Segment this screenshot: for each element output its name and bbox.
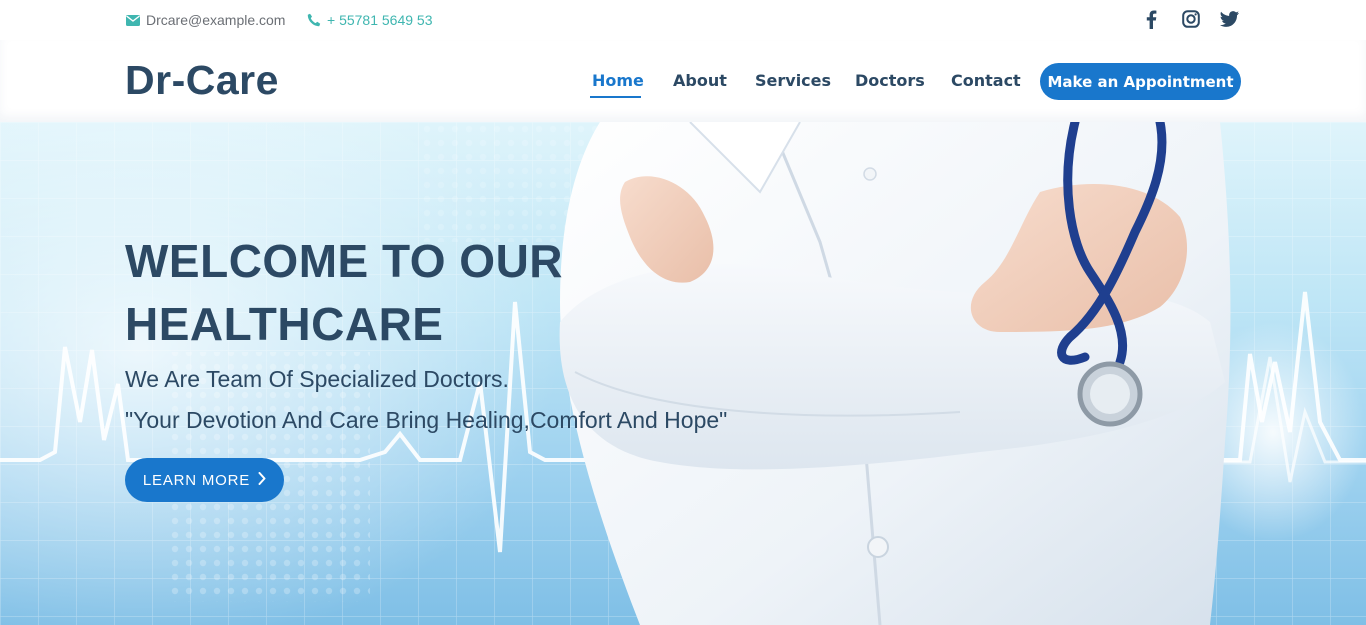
facebook-icon[interactable] [1142, 9, 1161, 29]
nav-home[interactable]: Home [592, 71, 644, 90]
envelope-icon [126, 14, 140, 26]
chevron-right-icon [258, 471, 266, 489]
nav-doctors[interactable]: Doctors [855, 71, 925, 90]
contact-phone[interactable]: + 55781 5649 53 [307, 0, 433, 40]
nav-contact[interactable]: Contact [951, 71, 1021, 90]
nav-active-indicator [590, 96, 641, 98]
twitter-icon[interactable] [1220, 9, 1239, 29]
phone-icon [307, 13, 321, 27]
social-links [1142, 9, 1239, 29]
learn-more-button[interactable]: LEARN MORE [125, 458, 284, 502]
site-logo[interactable]: Dr-Care [125, 57, 279, 104]
contact-email[interactable]: Drcare@example.com [126, 0, 285, 40]
email-text[interactable]: Drcare@example.com [146, 12, 285, 28]
hero-quote: "Your Devotion And Care Bring Healing,Co… [125, 407, 728, 433]
top-bar: Drcare@example.com + 55781 5649 53 [0, 0, 1366, 40]
hero-title: WELCOME TO OUR HEALTHCARE [125, 235, 564, 350]
hero-section: WELCOME TO OUR HEALTHCARE We Are Team Of… [0, 122, 1366, 625]
phone-text[interactable]: + 55781 5649 53 [327, 12, 433, 28]
make-appointment-button[interactable]: Make an Appointment [1040, 63, 1241, 100]
learn-more-label: LEARN MORE [142, 471, 251, 489]
nav-services[interactable]: Services [755, 71, 831, 90]
instagram-icon[interactable] [1181, 9, 1200, 29]
nav-about[interactable]: About [673, 71, 727, 90]
hero-subtitle: We Are Team Of Specialized Doctors. [125, 366, 509, 392]
